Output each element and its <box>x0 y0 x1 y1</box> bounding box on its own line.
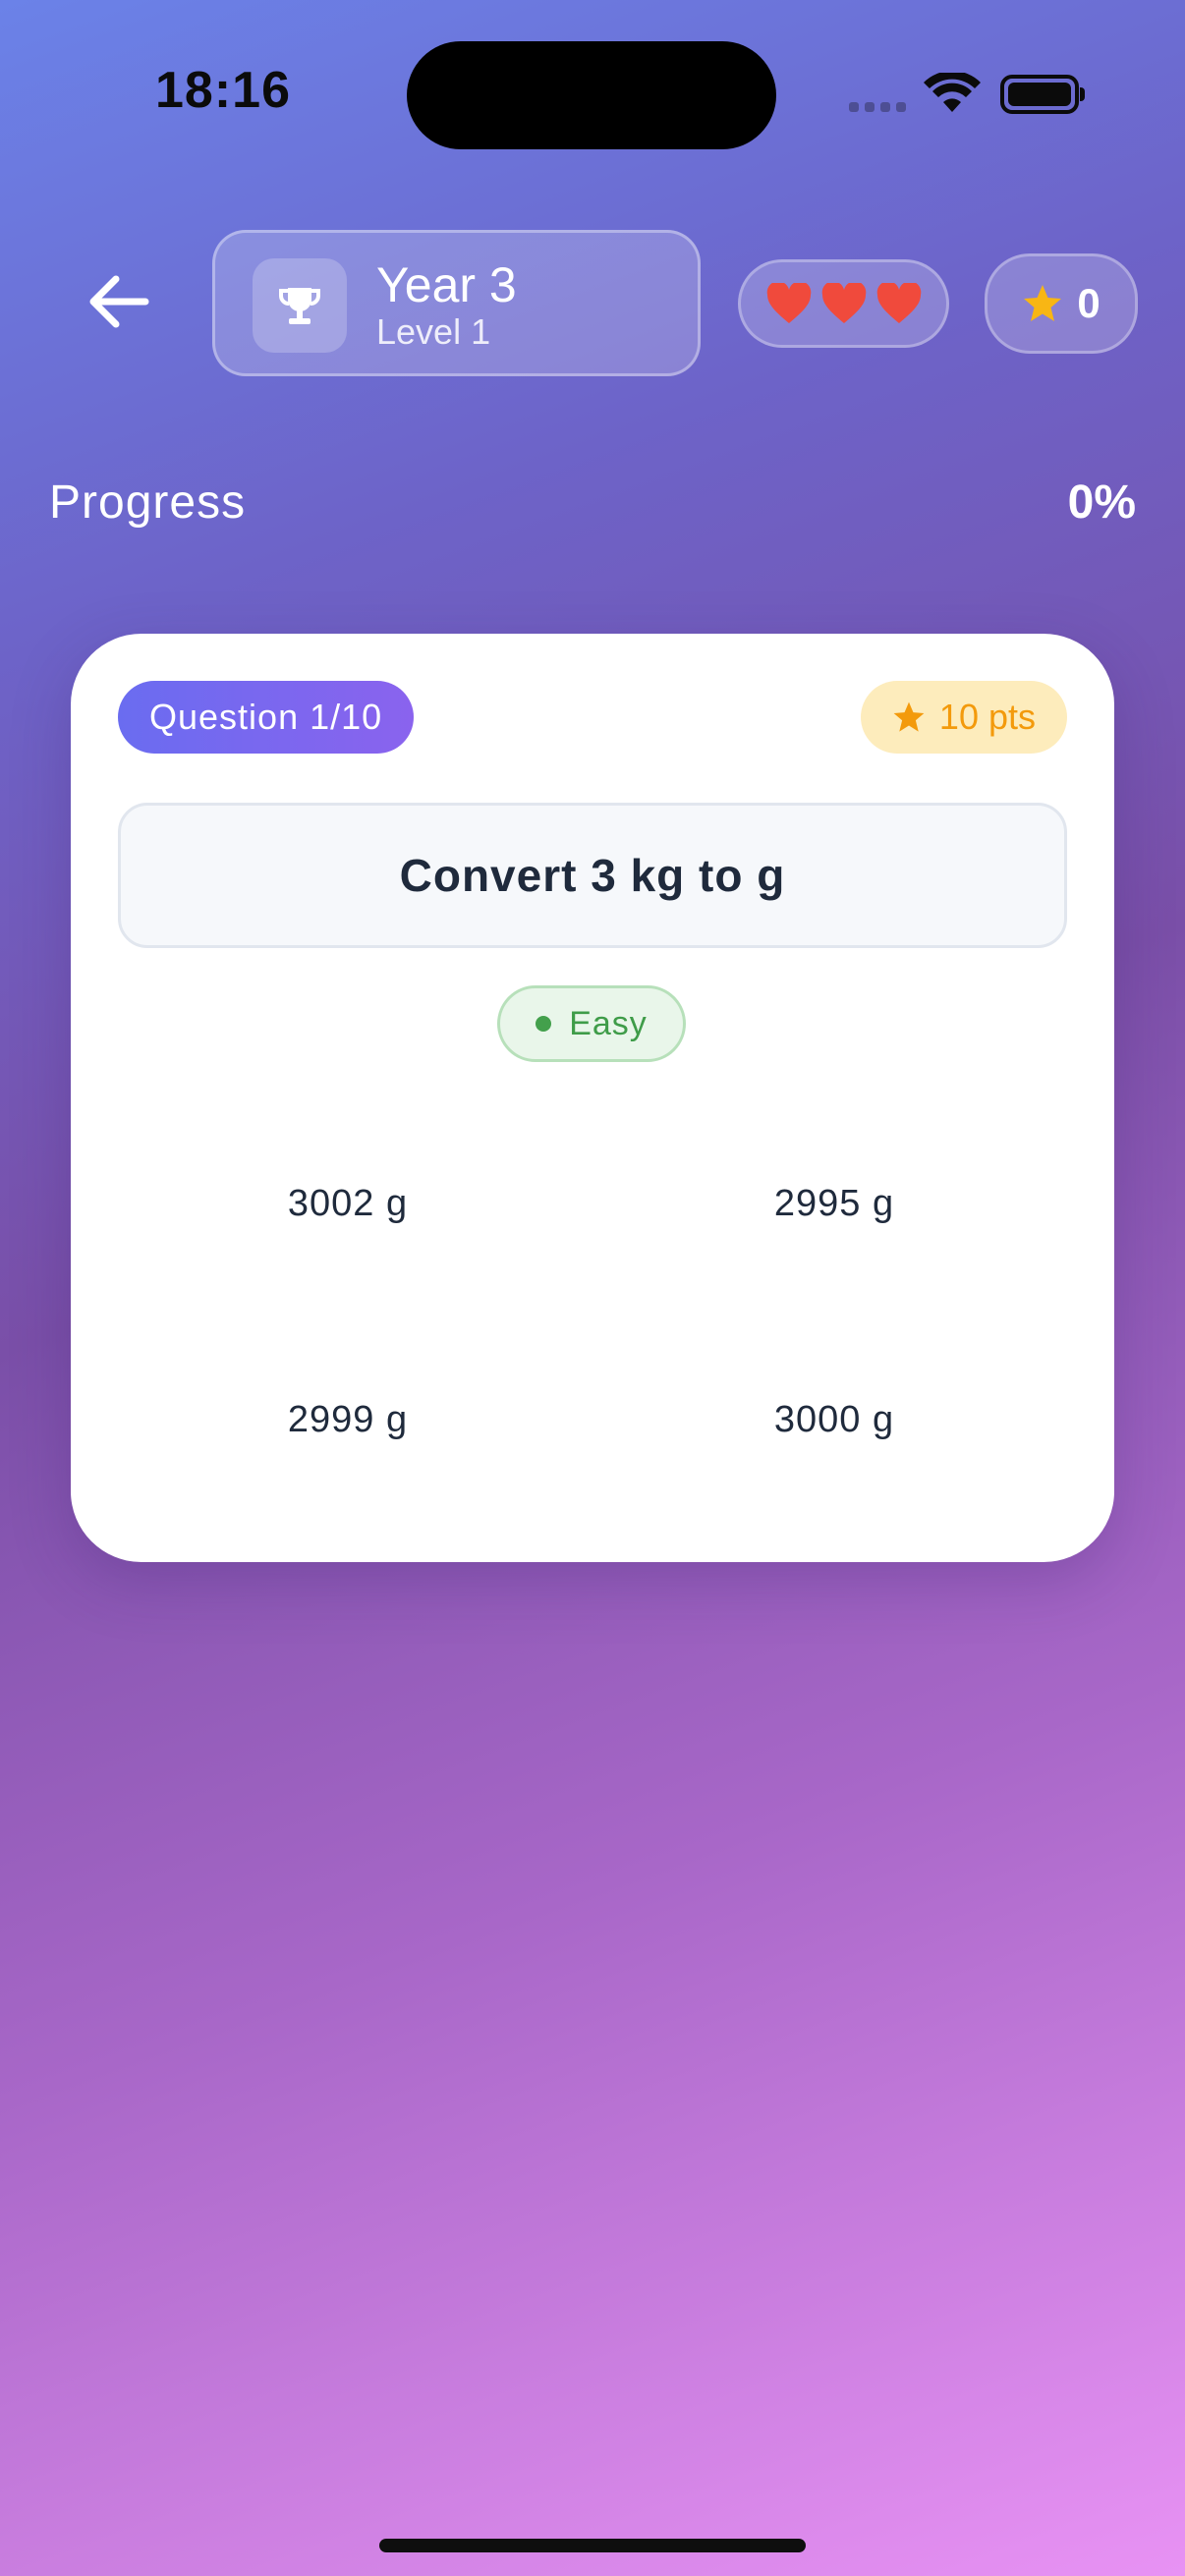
answer-option[interactable]: 3002 g <box>151 1145 544 1262</box>
score-indicator: 0 <box>985 253 1138 354</box>
status-time: 18:16 <box>155 62 291 119</box>
lives-indicator <box>738 259 949 348</box>
battery-tip <box>1080 87 1085 101</box>
answer-option[interactable]: 2995 g <box>638 1145 1031 1262</box>
difficulty-badge: Easy <box>497 985 686 1062</box>
progress-value: 0% <box>1067 476 1136 529</box>
question-text: Convert 3 kg to g <box>118 803 1067 948</box>
difficulty-dot <box>536 1016 552 1032</box>
question-card: Question 1/10 10 pts Convert 3 kg to g E… <box>71 634 1114 1562</box>
level-card: Year 3 Level 1 <box>212 230 701 376</box>
answer-option[interactable]: 2999 g <box>151 1361 544 1479</box>
progress-label: Progress <box>49 476 247 529</box>
heart-icon <box>766 283 811 323</box>
dynamic-island <box>407 41 776 149</box>
trophy-icon <box>279 288 320 324</box>
star-icon <box>1024 285 1062 321</box>
level-title: Year 3 <box>376 257 517 312</box>
wifi-icon <box>924 73 981 112</box>
question-counter-badge: Question 1/10 <box>118 681 415 754</box>
star-icon <box>893 701 925 732</box>
points-label: 10 pts <box>938 697 1036 737</box>
heart-icon <box>876 283 921 323</box>
points-badge: 10 pts <box>860 681 1067 754</box>
arrow-left-icon[interactable] <box>85 267 153 336</box>
heart-icon <box>821 283 866 323</box>
level-subtitle: Level 1 <box>376 311 491 352</box>
score-value: 0 <box>1077 280 1100 326</box>
battery-icon <box>1000 75 1079 114</box>
difficulty-label: Easy <box>569 1004 648 1042</box>
answer-option[interactable]: 3000 g <box>638 1361 1031 1479</box>
trophy-badge <box>253 258 347 353</box>
home-indicator[interactable] <box>379 2539 806 2552</box>
cellular-signal-icon <box>849 102 906 112</box>
